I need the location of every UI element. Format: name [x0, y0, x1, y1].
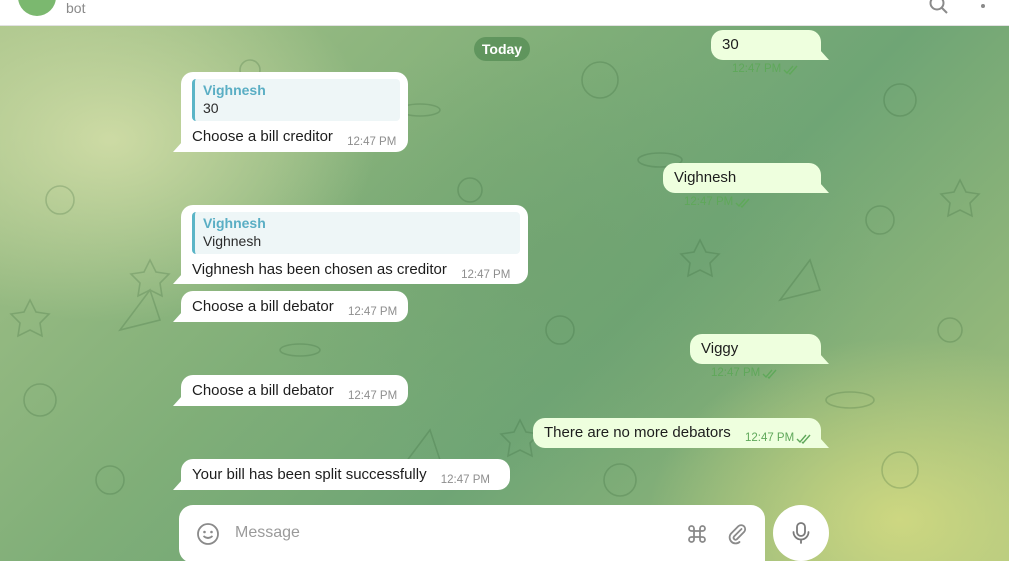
message-meta: 12:47 PM — [711, 364, 778, 383]
message-text: Choose a bill creditor — [192, 128, 333, 145]
message-time: 12:47 PM — [347, 136, 397, 148]
message-text: Choose a bill debator — [192, 298, 334, 315]
quote-author: Vighnesh — [203, 215, 266, 231]
quote-text: Vighnesh — [203, 233, 262, 249]
chat-header: bot — [0, 0, 1009, 26]
command-icon[interactable] — [685, 522, 709, 546]
date-separator: Today — [474, 37, 530, 61]
message-text: There are no more debators — [544, 424, 731, 441]
more-vertical-icon[interactable] — [976, 0, 990, 16]
message-outgoing[interactable]: There are no more debators 12:47 PM — [533, 418, 829, 448]
message-time: 12:47 PM — [347, 306, 398, 318]
message-meta: 12:47 PM — [441, 471, 490, 490]
message-meta: 12:47 PM — [684, 193, 751, 212]
message-meta: 12:47 PM — [732, 60, 799, 79]
message-text: Your bill has been split successfully — [192, 466, 427, 483]
message-composer — [179, 505, 765, 561]
reply-quote[interactable]: Vighnesh 30 — [192, 79, 400, 121]
message-time: 12:47 PM — [347, 390, 398, 402]
message-meta: 12:47 PM — [347, 133, 396, 152]
message-outgoing[interactable]: 30 12:47 PM — [711, 30, 829, 75]
message-text: 30 — [722, 36, 739, 53]
double-check-icon — [735, 198, 750, 208]
message-time: 12:47 PM — [440, 474, 490, 486]
message-text: Choose a bill debator — [192, 382, 334, 399]
chat-status: bot — [66, 0, 86, 16]
message-meta: 12:47 PM — [348, 303, 397, 322]
message-time: 12:47 PM — [732, 63, 782, 75]
search-icon[interactable] — [928, 0, 950, 16]
double-check-icon — [796, 434, 811, 444]
message-meta: 12:47 PM — [461, 266, 510, 285]
message-outgoing[interactable]: Vighnesh 12:47 PM — [663, 163, 829, 208]
message-incoming[interactable]: Choose a bill debator 12:47 PM — [173, 291, 408, 322]
message-outgoing[interactable]: Viggy 12:47 PM — [690, 334, 829, 379]
voice-message-button[interactable] — [773, 505, 829, 561]
message-meta: 12:47 PM — [745, 429, 812, 448]
reply-quote[interactable]: Vighnesh Vighnesh — [192, 212, 520, 254]
quote-text: 30 — [203, 100, 219, 116]
message-incoming[interactable]: Your bill has been split successfully 12… — [173, 459, 510, 490]
quote-author: Vighnesh — [203, 82, 266, 98]
message-text: Vighnesh has been chosen as creditor — [192, 261, 447, 278]
double-check-icon — [783, 65, 798, 75]
message-input[interactable] — [235, 524, 655, 542]
message-text: Vighnesh — [674, 169, 737, 186]
message-time: 12:47 PM — [461, 269, 511, 281]
message-incoming[interactable]: Vighnesh Vighnesh Vighnesh has been chos… — [173, 205, 528, 285]
double-check-icon — [762, 369, 777, 379]
message-incoming[interactable]: Choose a bill debator 12:47 PM — [173, 375, 408, 406]
attach-icon[interactable] — [725, 522, 749, 546]
bot-avatar[interactable] — [18, 0, 56, 16]
message-incoming[interactable]: Vighnesh 30 Choose a bill creditor 12:47… — [173, 72, 408, 152]
message-time: 12:47 PM — [684, 196, 734, 208]
microphone-icon — [792, 522, 810, 544]
message-time: 12:47 PM — [711, 367, 761, 379]
message-time: 12:47 PM — [744, 432, 795, 444]
message-meta: 12:47 PM — [348, 387, 397, 406]
emoji-icon[interactable] — [196, 522, 220, 546]
message-text: Viggy — [701, 340, 739, 357]
